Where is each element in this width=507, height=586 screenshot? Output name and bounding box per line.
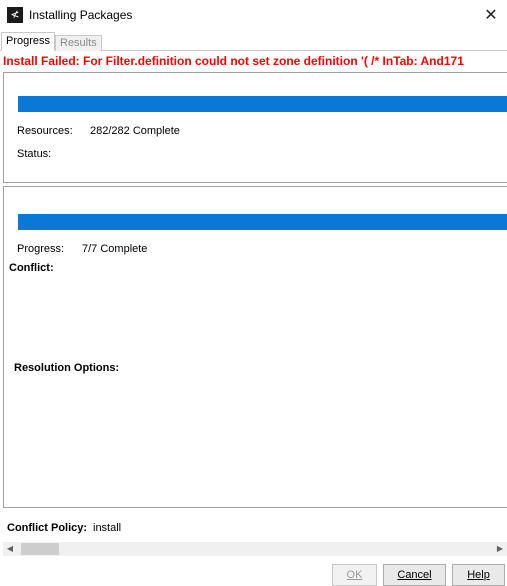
tab-bar: Progress Results <box>0 32 507 51</box>
scroll-right-icon[interactable]: ▶ <box>493 542 507 556</box>
title-bar: ≮ Installing Packages ✕ <box>0 0 507 30</box>
scroll-left-icon[interactable]: ◀ <box>3 542 17 556</box>
app-icon: ≮ <box>7 7 23 23</box>
tab-results[interactable]: Results <box>55 35 102 51</box>
status-label: Status: <box>17 148 52 160</box>
scroll-thumb[interactable] <box>21 543 59 555</box>
resources-value: 282/282 Complete <box>90 125 180 137</box>
conflict-policy-label: Conflict Policy: <box>7 522 88 534</box>
conflict-policy-value: install <box>93 522 122 534</box>
ok-button[interactable]: OK <box>332 564 377 586</box>
resources-progress-bar <box>18 96 507 112</box>
install-error-message: Install Failed: For Filter.definition co… <box>3 54 464 68</box>
conflict-panel: Progress: 7/7 Complete Conflict: Resolut… <box>3 186 507 508</box>
close-icon[interactable]: ✕ <box>475 0 507 30</box>
progress-label: Progress: <box>17 243 65 255</box>
resolution-options-label: Resolution Options: <box>14 362 120 374</box>
conflict-progress-bar <box>18 214 507 230</box>
progress-value: 7/7 Complete <box>82 243 148 255</box>
horizontal-scrollbar[interactable]: ◀ ▶ <box>3 542 507 556</box>
resources-label: Resources: <box>17 125 73 137</box>
help-button[interactable]: Help <box>452 564 505 586</box>
window-title: Installing Packages <box>29 8 133 22</box>
resources-panel: Resources: 282/282 Complete Status: <box>3 72 507 183</box>
cancel-button[interactable]: Cancel <box>383 564 446 586</box>
tab-progress[interactable]: Progress <box>1 32 56 51</box>
conflict-label: Conflict: <box>9 262 54 274</box>
